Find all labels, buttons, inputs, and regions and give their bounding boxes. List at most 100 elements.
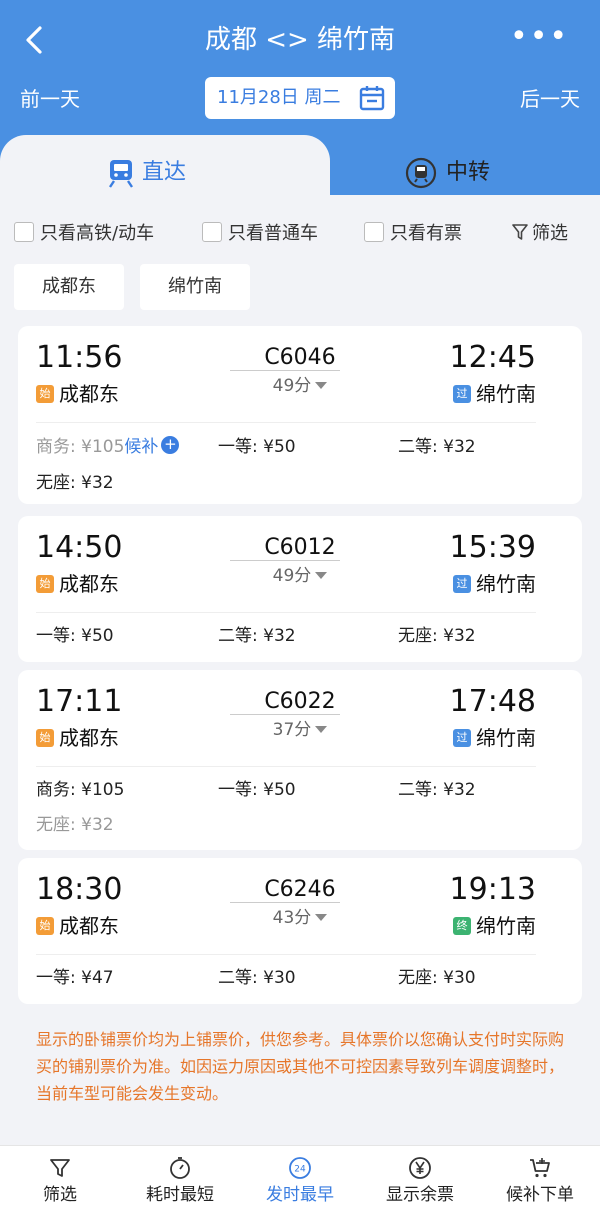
bottom-earliest-button[interactable]: 24 发时最早 — [240, 1156, 360, 1208]
duration-text: 43分 — [272, 908, 312, 928]
price-no-seat: 无座: ¥32 — [36, 473, 114, 493]
start-tag: 始 — [36, 574, 54, 593]
filter-label: 筛选 — [532, 223, 568, 244]
departure-station: 始成都东 — [36, 380, 119, 408]
bottom-label: 耗时最短 — [146, 1185, 214, 1205]
timer-icon — [170, 1157, 190, 1179]
train-line — [230, 714, 340, 715]
train-card[interactable]: 14:50 C6012 49分 15:39 始成都东 过绵竹南 一等: ¥50 … — [18, 516, 582, 662]
plus-icon[interactable]: + — [161, 436, 180, 454]
train-card[interactable]: 11:56 C6046 49分 12:45 始成都东 过绵竹南 商务: ¥105… — [18, 326, 582, 504]
bottom-show-remaining-button[interactable]: 显示余票 — [360, 1156, 480, 1208]
checkbox-label: 只看有票 — [390, 223, 462, 244]
price-first-class: 一等: ¥50 — [218, 780, 296, 800]
divider — [36, 422, 536, 423]
yen-icon — [409, 1157, 431, 1179]
caret-down-icon — [315, 572, 328, 579]
pass-tag: 过 — [453, 728, 471, 747]
arrival-time: 19:13 — [449, 872, 536, 907]
next-day-button[interactable]: 后一天 — [520, 84, 580, 114]
clock-24-icon: 24 — [289, 1157, 311, 1179]
arrival-station-name: 绵竹南 — [476, 726, 536, 750]
clock-24-text: 24 — [294, 1165, 306, 1175]
caret-down-icon — [315, 914, 328, 921]
notice-text: 显示的卧铺票价均为上铺票价，供您参考。具体票价以您确认支付时实际购买的铺别票价为… — [36, 1030, 565, 1103]
price-first-class: 一等: ¥47 — [36, 968, 114, 988]
station-chip-departure[interactable]: 成都东 — [14, 264, 124, 310]
departure-station-name: 成都东 — [59, 914, 119, 938]
duration-text: 49分 — [272, 566, 312, 586]
price-no-seat: 无座: ¥30 — [398, 968, 476, 988]
departure-station-name: 成都东 — [59, 726, 119, 750]
start-tag: 始 — [36, 728, 54, 747]
duration-text: 37分 — [272, 720, 312, 740]
arrival-station-name: 绵竹南 — [476, 914, 536, 938]
station-chip-arrival[interactable]: 绵竹南 — [140, 264, 250, 310]
arrival-time: 17:48 — [449, 684, 536, 719]
arrival-time: 12:45 — [449, 340, 536, 375]
duration-text: 49分 — [272, 376, 312, 396]
arrival-station-name: 绵竹南 — [476, 572, 536, 596]
departure-station-name: 成都东 — [59, 572, 119, 596]
departure-station-name: 成都东 — [59, 382, 119, 406]
bottom-bar: 筛选 耗时最短 24 发时最早 显示余票 候补下单 — [0, 1145, 600, 1215]
more-icon[interactable]: ••• — [510, 22, 567, 58]
checkbox-box — [364, 222, 384, 242]
start-tag: 始 — [36, 384, 54, 403]
price-text: 商务: ¥105 — [36, 437, 125, 457]
price-second-class: 二等: ¥30 — [218, 968, 296, 988]
caret-down-icon — [315, 382, 328, 389]
funnel-icon — [50, 1159, 70, 1177]
departure-station: 始成都东 — [36, 570, 119, 598]
arrival-time: 15:39 — [449, 530, 536, 565]
filter-button[interactable]: 筛选 — [512, 222, 568, 246]
available-only-checkbox[interactable]: 只看有票 — [364, 222, 462, 248]
bottom-waitlist-order-button[interactable]: 候补下单 — [480, 1156, 600, 1208]
train-icon — [109, 160, 133, 188]
high-speed-only-checkbox[interactable]: 只看高铁/动车 — [14, 222, 154, 248]
funnel-icon — [512, 224, 528, 240]
arrival-station: 过绵竹南 — [453, 380, 536, 408]
normal-train-only-checkbox[interactable]: 只看普通车 — [202, 222, 318, 248]
price-second-class: 二等: ¥32 — [218, 626, 296, 646]
cart-icon — [530, 1158, 550, 1178]
divider — [36, 612, 536, 613]
arrival-station: 过绵竹南 — [453, 570, 536, 598]
departure-station: 始成都东 — [36, 912, 119, 940]
train-line — [230, 902, 340, 903]
bottom-label: 候补下单 — [506, 1185, 574, 1205]
start-tag: 始 — [36, 916, 54, 935]
price-first-class: 一等: ¥50 — [218, 437, 296, 457]
caret-down-icon — [315, 726, 328, 733]
arrival-station: 终绵竹南 — [453, 912, 536, 940]
divider — [36, 766, 536, 767]
bottom-shortest-button[interactable]: 耗时最短 — [120, 1156, 240, 1208]
arrival-station: 过绵竹南 — [453, 724, 536, 752]
pass-tag: 过 — [453, 384, 471, 403]
checkbox-box — [14, 222, 34, 242]
waitlist-button[interactable]: 候补 — [124, 437, 158, 457]
filter-row: 只看高铁/动车 只看普通车 只看有票 筛选 — [0, 218, 600, 250]
pass-tag: 过 — [453, 574, 471, 593]
price-business: 商务: ¥105 — [36, 780, 125, 800]
arrival-station-name: 绵竹南 — [476, 382, 536, 406]
price-first-class: 一等: ¥50 — [36, 626, 114, 646]
tab-bar: 直达 中转 — [0, 135, 600, 205]
bottom-filter-button[interactable]: 筛选 — [0, 1156, 120, 1208]
date-picker[interactable]: 11月28日 周二 — [205, 77, 395, 119]
train-card[interactable]: 18:30 C6246 43分 19:13 始成都东 终绵竹南 一等: ¥47 … — [18, 858, 582, 1004]
price-second-class: 二等: ¥32 — [398, 780, 476, 800]
price-business: 商务: ¥105候补 + — [36, 435, 180, 459]
date-text: 11月28日 周二 — [217, 87, 341, 108]
price-second-class: 二等: ¥32 — [398, 437, 476, 457]
checkbox-label: 只看高铁/动车 — [40, 223, 155, 244]
bottom-label: 筛选 — [43, 1185, 77, 1205]
transfer-train-icon — [405, 157, 437, 189]
price-no-seat: 无座: ¥32 — [36, 815, 114, 835]
prev-day-button[interactable]: 前一天 — [20, 84, 80, 114]
bottom-label: 发时最早 — [266, 1185, 334, 1205]
calendar-icon — [359, 86, 385, 111]
divider — [36, 954, 536, 955]
bottom-label: 显示余票 — [386, 1185, 454, 1205]
train-card[interactable]: 17:11 C6022 37分 17:48 始成都东 过绵竹南 商务: ¥105… — [18, 670, 582, 850]
